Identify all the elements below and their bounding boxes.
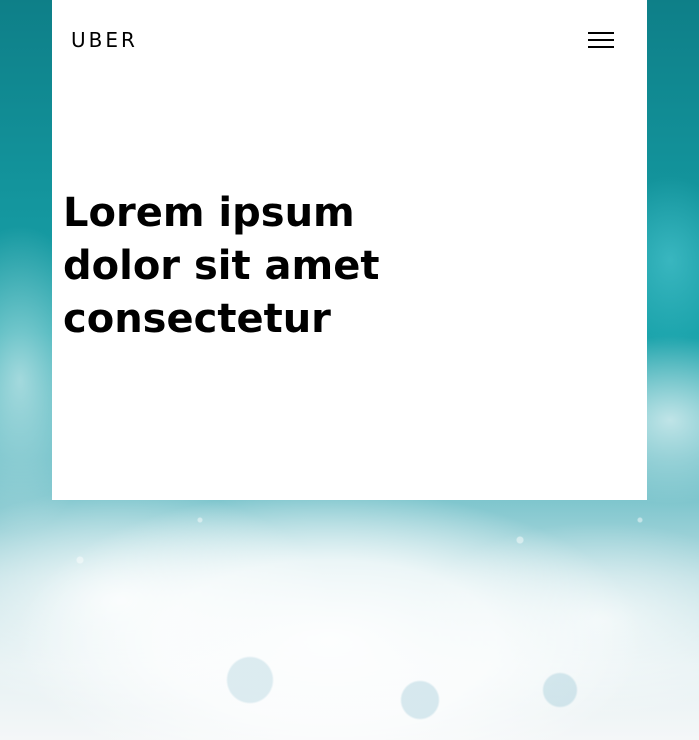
uber-logo[interactable]: UBER <box>71 29 138 51</box>
menu-bar-bottom <box>588 46 614 48</box>
hamburger-menu-icon[interactable] <box>585 30 615 50</box>
menu-bar-top <box>588 32 614 34</box>
menu-bar-middle <box>588 39 614 41</box>
hero-headline: Lorem ipsum dolor sit amet consectetur <box>63 190 380 342</box>
hero-card: UBER Lorem ipsum dolor sit amet consecte… <box>52 0 647 500</box>
